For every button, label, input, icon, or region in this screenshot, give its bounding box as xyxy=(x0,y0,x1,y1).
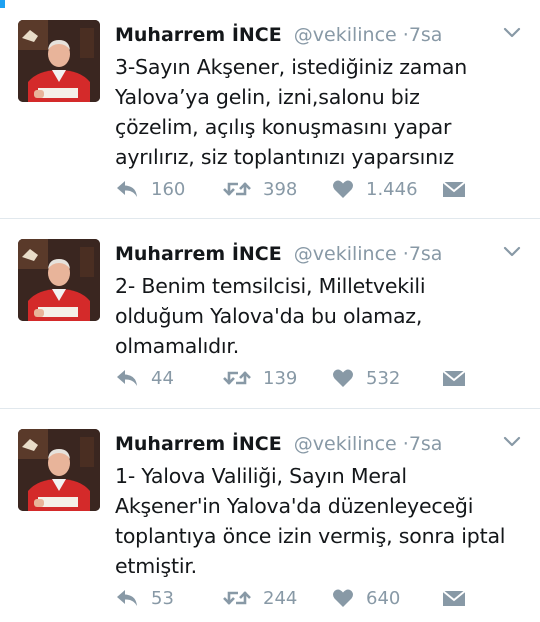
like-button[interactable]: 532 xyxy=(332,366,400,390)
envelope-icon xyxy=(442,181,466,197)
tweet-header: Muharrem İNCE @vekilince ·7sa xyxy=(115,431,442,457)
heart-icon xyxy=(333,589,353,607)
tweet-text: 3-Sayın Akşener, istediğiniz zaman Yalov… xyxy=(115,55,468,169)
heart-icon xyxy=(333,369,353,387)
author-handle[interactable]: @vekilince xyxy=(294,243,397,265)
reply-button[interactable]: 160 xyxy=(115,177,185,201)
chevron-down-icon[interactable] xyxy=(502,245,522,259)
like-count: 1.446 xyxy=(366,178,418,200)
reply-count: 44 xyxy=(151,367,174,389)
retweet-button[interactable]: 139 xyxy=(223,366,297,390)
chevron-down-icon[interactable] xyxy=(502,435,522,449)
like-button[interactable]: 1.446 xyxy=(332,177,418,201)
heart-icon xyxy=(333,180,353,198)
avatar[interactable] xyxy=(18,239,100,321)
reply-icon xyxy=(117,370,137,386)
tweet-text: 1- Yalova Valiliği, Sayın Meral Akşener'… xyxy=(115,464,506,578)
direct-message-button[interactable] xyxy=(442,177,478,201)
retweet-count: 139 xyxy=(263,367,298,389)
reply-button[interactable]: 53 xyxy=(115,586,174,610)
author-name[interactable]: Muharrem İNCE xyxy=(115,24,282,46)
retweet-icon xyxy=(223,182,251,196)
like-button[interactable]: 640 xyxy=(332,586,400,610)
timestamp[interactable]: 7sa xyxy=(409,243,443,265)
timestamp[interactable]: 7sa xyxy=(409,24,443,46)
tweet-actions: 160 398 1.446 xyxy=(115,177,530,201)
tweet-text: 2- Benim temsilcisi, Milletvekili olduğu… xyxy=(115,274,426,358)
like-count: 532 xyxy=(366,367,401,389)
reply-count: 53 xyxy=(151,587,174,609)
tweet-header: Muharrem İNCE @vekilince ·7sa xyxy=(115,241,442,267)
author-handle[interactable]: @vekilince xyxy=(294,24,397,46)
retweet-button[interactable]: 398 xyxy=(223,177,297,201)
retweet-count: 398 xyxy=(263,178,298,200)
envelope-icon xyxy=(442,370,466,386)
retweet-count: 244 xyxy=(263,587,298,609)
reply-button[interactable]: 44 xyxy=(115,366,174,390)
timestamp[interactable]: 7sa xyxy=(409,433,443,455)
tweet-actions: 53 244 640 xyxy=(115,586,530,610)
reply-icon xyxy=(117,590,137,606)
author-name[interactable]: Muharrem İNCE xyxy=(115,243,282,265)
reply-count: 160 xyxy=(151,178,186,200)
like-count: 640 xyxy=(366,587,401,609)
tweet-header: Muharrem İNCE @vekilince ·7sa xyxy=(115,22,442,48)
author-handle[interactable]: @vekilince xyxy=(294,433,397,455)
tweet-actions: 44 139 532 xyxy=(115,366,530,390)
tweet-card[interactable]: Muharrem İNCE @vekilince ·7sa 3-Sayın Ak… xyxy=(0,0,540,219)
author-name[interactable]: Muharrem İNCE xyxy=(115,433,282,455)
retweet-icon xyxy=(223,591,251,605)
chevron-down-icon[interactable] xyxy=(502,26,522,40)
direct-message-button[interactable] xyxy=(442,586,478,610)
retweet-icon xyxy=(223,371,251,385)
avatar[interactable] xyxy=(18,20,100,102)
tweet-card[interactable]: Muharrem İNCE @vekilince ·7sa 2- Benim t… xyxy=(0,219,540,409)
reply-icon xyxy=(117,181,137,197)
envelope-icon xyxy=(442,590,466,606)
retweet-button[interactable]: 244 xyxy=(223,586,297,610)
tweet-card[interactable]: Muharrem İNCE @vekilince ·7sa 1- Yalova … xyxy=(0,409,540,622)
avatar[interactable] xyxy=(18,429,100,511)
direct-message-button[interactable] xyxy=(442,366,478,390)
